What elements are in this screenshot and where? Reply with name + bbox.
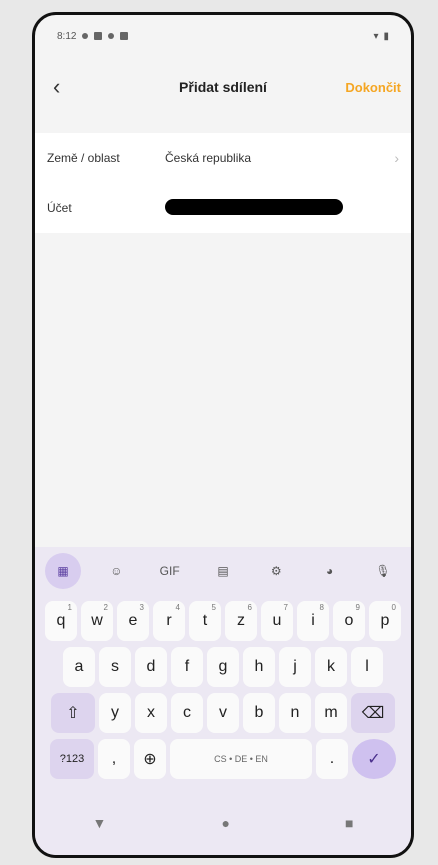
key-p[interactable]: p0 xyxy=(369,601,401,641)
nav-home-icon[interactable]: ● xyxy=(221,815,229,831)
key-f[interactable]: f xyxy=(171,647,203,687)
key-a[interactable]: a xyxy=(63,647,95,687)
key-x[interactable]: x xyxy=(135,693,167,733)
key-w[interactable]: w2 xyxy=(81,601,113,641)
wifi-icon: ▾ xyxy=(373,30,379,42)
app-header: ‹ Přidat sdílení Dokončit xyxy=(35,67,411,107)
chevron-right-icon: › xyxy=(394,150,399,166)
period-key[interactable]: . xyxy=(316,739,348,779)
clipboard-icon[interactable]: ▤ xyxy=(205,553,241,589)
keyboard-toolbar: ▦ ☺ GIF ▤ ⚙ ◕ 🎙 xyxy=(35,547,411,595)
notification-icon xyxy=(82,33,89,39)
key-o[interactable]: o9 xyxy=(333,601,365,641)
key-row-1: q1 w2 e3 r4 t5 z6 u7 i8 o9 p0 xyxy=(35,601,411,641)
key-z[interactable]: z6 xyxy=(225,601,257,641)
key-s[interactable]: s xyxy=(99,647,131,687)
share-form: Země / oblast Česká republika › Účet xyxy=(35,133,411,233)
key-l[interactable]: l xyxy=(351,647,383,687)
key-y[interactable]: y xyxy=(99,693,131,733)
region-label: Země / oblast xyxy=(47,151,120,165)
nav-back-icon[interactable]: ▼ xyxy=(93,815,107,831)
gif-button[interactable]: GIF xyxy=(152,553,188,589)
nav-recents-icon[interactable]: ■ xyxy=(345,815,353,831)
sticker-icon[interactable]: ☺ xyxy=(98,553,134,589)
account-field[interactable] xyxy=(165,198,399,218)
key-m[interactable]: m xyxy=(315,693,347,733)
key-j[interactable]: j xyxy=(279,647,311,687)
region-value: Česká republika xyxy=(165,151,252,165)
globe-icon[interactable]: ⊕ xyxy=(134,739,166,779)
key-r[interactable]: r4 xyxy=(153,601,185,641)
key-g[interactable]: g xyxy=(207,647,239,687)
account-label: Účet xyxy=(47,201,72,215)
key-c[interactable]: c xyxy=(171,693,203,733)
notification-icon xyxy=(120,32,129,40)
key-row-2: a s d f g h j k l xyxy=(35,647,411,687)
apps-icon[interactable]: ▦ xyxy=(45,553,81,589)
notification-icon xyxy=(94,32,103,40)
mic-icon[interactable]: 🎙 xyxy=(365,553,401,589)
battery-icon: ▮ xyxy=(383,30,389,42)
space-key[interactable]: CS • DE • EN xyxy=(170,739,312,779)
key-e[interactable]: e3 xyxy=(117,601,149,641)
check-icon[interactable]: ✓ xyxy=(352,739,396,779)
shift-icon[interactable]: ⇧ xyxy=(51,693,95,733)
system-nav-bar: ▼ ● ■ xyxy=(35,791,411,855)
status-bar: 8:12 ▾ ▮ xyxy=(35,15,411,57)
key-q[interactable]: q1 xyxy=(45,601,77,641)
palette-icon[interactable]: ◕ xyxy=(312,553,348,589)
notification-icon xyxy=(108,33,115,39)
key-n[interactable]: n xyxy=(279,693,311,733)
phone-frame: 8:12 ▾ ▮ ‹ Přidat sdílení Dokončit Země … xyxy=(32,12,414,858)
key-h[interactable]: h xyxy=(243,647,275,687)
key-row-3: ⇧ y x c v b n m ⌫ xyxy=(35,693,411,733)
redacted-value xyxy=(165,198,343,215)
key-d[interactable]: d xyxy=(135,647,167,687)
comma-key[interactable]: , xyxy=(98,739,130,779)
keyboard: ▦ ☺ GIF ▤ ⚙ ◕ 🎙 q1 w2 e3 r4 t5 z6 u7 i8 … xyxy=(35,547,411,797)
status-time: 8:12 xyxy=(57,30,77,42)
gear-icon[interactable]: ⚙ xyxy=(258,553,294,589)
key-v[interactable]: v xyxy=(207,693,239,733)
key-i[interactable]: i8 xyxy=(297,601,329,641)
backspace-icon[interactable]: ⌫ xyxy=(351,693,395,733)
symbols-key[interactable]: ?123 xyxy=(50,739,94,779)
key-row-4: ?123 , ⊕ CS • DE • EN . ✓ xyxy=(35,739,411,779)
key-u[interactable]: u7 xyxy=(261,601,293,641)
account-row[interactable]: Účet xyxy=(35,183,411,233)
key-t[interactable]: t5 xyxy=(189,601,221,641)
key-k[interactable]: k xyxy=(315,647,347,687)
done-button[interactable]: Dokončit xyxy=(345,80,401,95)
key-b[interactable]: b xyxy=(243,693,275,733)
region-row[interactable]: Země / oblast Česká republika › xyxy=(35,133,411,183)
